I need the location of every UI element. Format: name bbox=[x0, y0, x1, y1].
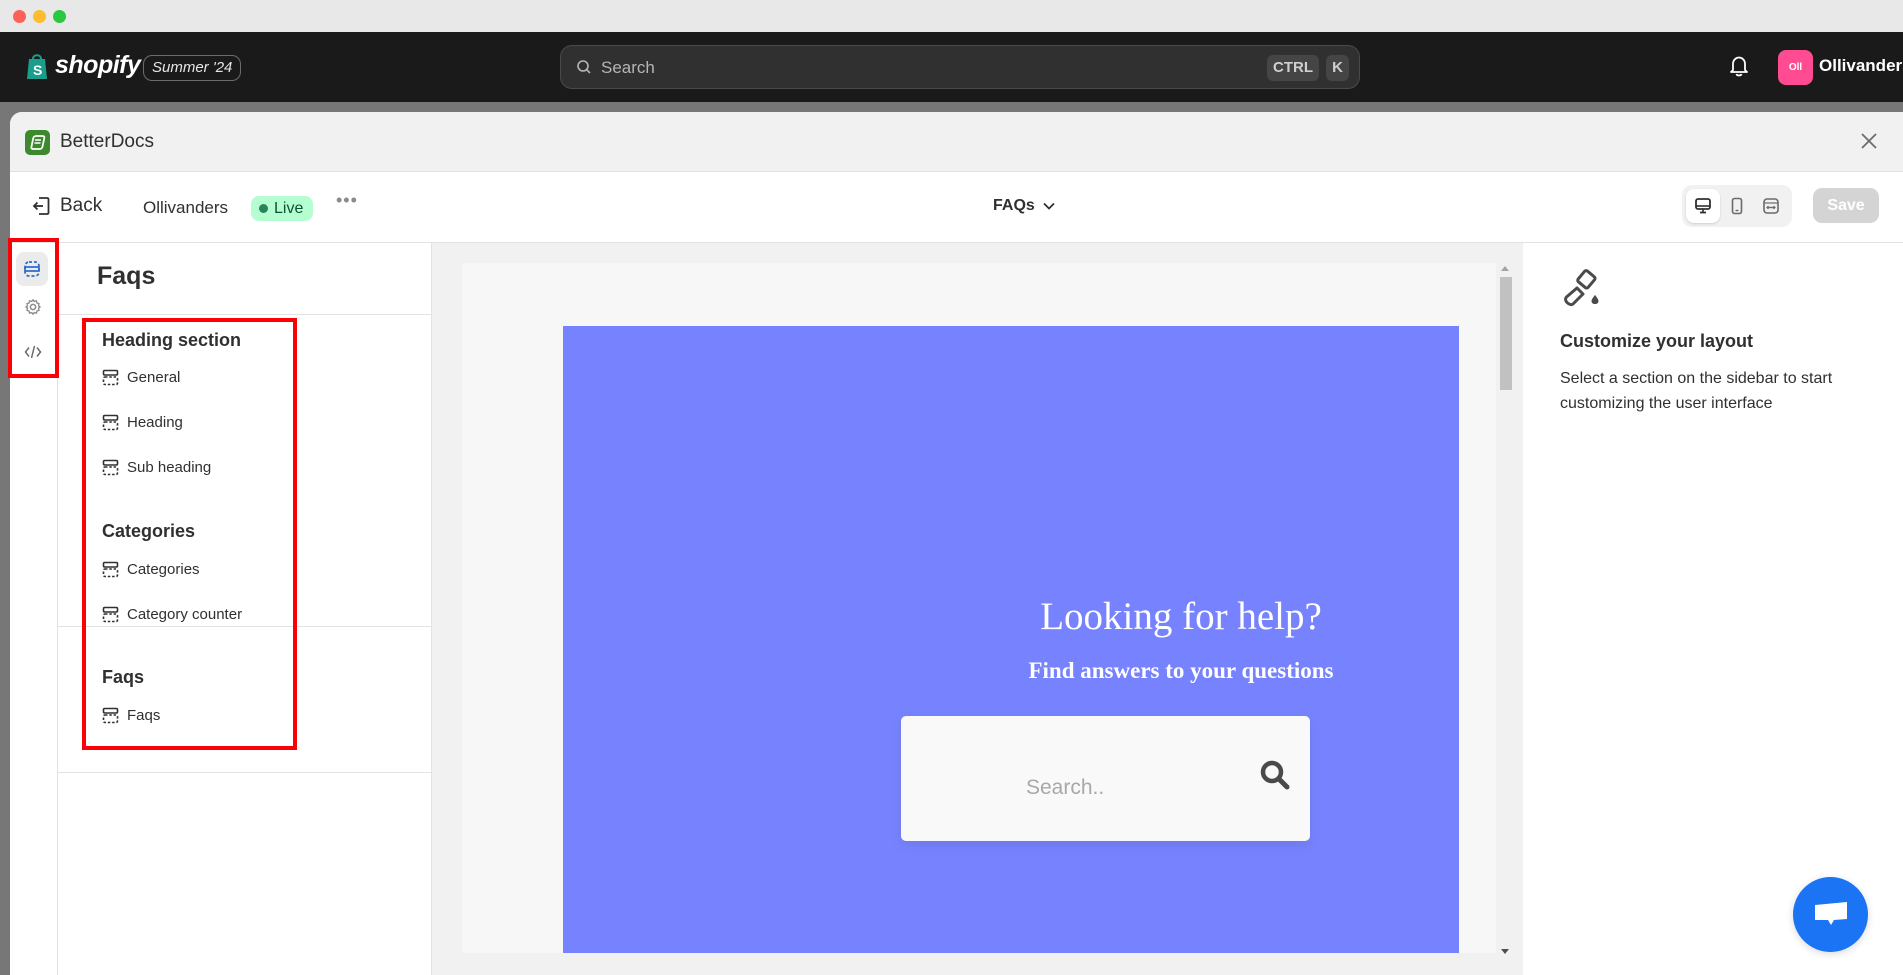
full-width-view-button[interactable] bbox=[1754, 189, 1788, 223]
shopify-logo[interactable]: shopify bbox=[55, 51, 141, 80]
scroll-down-arrow-icon[interactable] bbox=[1501, 949, 1509, 954]
modal-header: BetterDocs bbox=[10, 112, 1903, 172]
group-title-heading-section: Heading section bbox=[102, 330, 242, 350]
shortcut-key-ctrl: CTRL bbox=[1267, 55, 1319, 81]
hero-section[interactable]: Looking for help? Find answers to your q… bbox=[563, 326, 1459, 953]
store-name[interactable]: Ollivanders bbox=[1819, 56, 1903, 76]
section-item-label: Category counter bbox=[127, 606, 243, 623]
status-label: Live bbox=[274, 199, 304, 217]
betterdocs-logo-icon bbox=[25, 130, 50, 155]
customize-description: Select a section on the sidebar to start… bbox=[1560, 370, 1833, 412]
section-block-icon bbox=[102, 369, 119, 386]
preview-search-input[interactable]: Search.. bbox=[901, 716, 1310, 841]
section-item-label: Sub heading bbox=[127, 459, 212, 476]
exit-icon bbox=[32, 197, 50, 215]
chat-icon bbox=[1814, 901, 1847, 925]
desktop-view-button[interactable] bbox=[1686, 189, 1720, 223]
shopify-bag-icon: S bbox=[27, 54, 47, 79]
hero-subtitle: Find answers to your questions bbox=[1028, 658, 1334, 683]
page-selector[interactable]: FAQs bbox=[993, 197, 1055, 215]
mobile-icon bbox=[1731, 197, 1743, 215]
customize-panel: Customize your layout Select a section o… bbox=[1523, 243, 1903, 975]
scrollbar-thumb[interactable] bbox=[1500, 277, 1512, 390]
mobile-view-button[interactable] bbox=[1720, 189, 1754, 223]
window-titlebar bbox=[0, 0, 1903, 32]
store-label: Ollivanders bbox=[143, 198, 229, 217]
app-modal: BetterDocs Back Ollivanders Live ••• FAQ… bbox=[10, 112, 1903, 975]
section-item-label: Faqs bbox=[127, 707, 161, 724]
rail-settings-button[interactable] bbox=[18, 292, 47, 321]
panel-title: Faqs bbox=[97, 262, 156, 290]
desktop-icon bbox=[1695, 198, 1711, 214]
page-selector-label: FAQs bbox=[993, 197, 1035, 214]
section-block-icon bbox=[102, 414, 119, 431]
hero-title: Looking for help? bbox=[1040, 595, 1322, 638]
close-icon[interactable] bbox=[1859, 131, 1879, 151]
editor-toolbar: Back Ollivanders Live ••• FAQs Save bbox=[10, 172, 1903, 243]
gear-icon bbox=[24, 298, 41, 315]
section-item-faqs[interactable]: Faqs bbox=[102, 707, 160, 724]
search-icon bbox=[577, 60, 591, 74]
group-title-faqs: Faqs bbox=[102, 667, 145, 687]
preview-search-placeholder: Search.. bbox=[1026, 776, 1105, 799]
window-close-button[interactable] bbox=[13, 10, 26, 23]
customize-title: Customize your layout bbox=[1560, 331, 1754, 351]
svg-text:S: S bbox=[33, 62, 42, 78]
section-item-general[interactable]: General bbox=[102, 369, 180, 386]
shortcut-key-k: K bbox=[1326, 55, 1349, 81]
app-title: BetterDocs bbox=[60, 131, 154, 152]
group-title-categories: Categories bbox=[102, 521, 196, 541]
section-block-icon bbox=[102, 459, 119, 476]
rail-code-button[interactable] bbox=[18, 337, 47, 366]
preview-canvas: Looking for help? Find answers to your q… bbox=[432, 243, 1523, 975]
more-actions-button[interactable]: ••• bbox=[336, 190, 358, 211]
section-block-icon bbox=[102, 561, 119, 578]
paint-brush-icon bbox=[1564, 269, 1599, 307]
status-dot bbox=[259, 204, 268, 213]
chat-button[interactable] bbox=[1793, 877, 1868, 952]
section-item-label: General bbox=[127, 369, 181, 386]
preview-scrollbar[interactable] bbox=[1498, 263, 1512, 954]
section-block-icon bbox=[102, 606, 119, 623]
window-minimize-button[interactable] bbox=[33, 10, 46, 23]
rail-sections-button[interactable] bbox=[16, 252, 48, 286]
divider bbox=[58, 772, 431, 773]
bell-icon[interactable] bbox=[1728, 54, 1750, 78]
edition-badge[interactable]: Summer '24 bbox=[143, 55, 242, 81]
back-label: Back bbox=[60, 195, 103, 216]
status-badge: Live bbox=[251, 196, 314, 221]
section-item-category-counter[interactable]: Category counter bbox=[102, 606, 242, 623]
save-button[interactable]: Save bbox=[1813, 188, 1879, 223]
avatar[interactable]: Oll bbox=[1778, 50, 1813, 85]
back-button[interactable]: Back bbox=[32, 195, 102, 217]
editor-rail bbox=[10, 243, 58, 975]
device-toggle-group bbox=[1682, 185, 1792, 227]
shopify-topbar: S shopify Summer '24 Search CTRL K Oll O… bbox=[0, 32, 1903, 102]
sections-panel: Faqs Heading section General Heading Sub… bbox=[58, 243, 432, 975]
full-width-icon bbox=[1763, 198, 1779, 214]
code-icon bbox=[24, 345, 41, 358]
preview-frame[interactable]: Looking for help? Find answers to your q… bbox=[462, 263, 1496, 953]
divider bbox=[58, 626, 431, 627]
section-block-icon bbox=[102, 707, 119, 724]
window-zoom-button[interactable] bbox=[53, 10, 66, 23]
section-item-sub-heading[interactable]: Sub heading bbox=[102, 459, 211, 476]
global-search-input[interactable]: Search CTRL K bbox=[560, 45, 1360, 89]
search-icon[interactable] bbox=[1259, 759, 1291, 791]
section-item-heading[interactable]: Heading bbox=[102, 414, 183, 431]
search-placeholder: Search bbox=[601, 58, 655, 77]
section-item-categories[interactable]: Categories bbox=[102, 561, 200, 578]
sections-icon bbox=[24, 261, 40, 277]
chevron-down-icon bbox=[1043, 202, 1055, 210]
divider bbox=[58, 314, 431, 315]
section-item-label: Heading bbox=[127, 414, 183, 431]
scroll-up-arrow-icon[interactable] bbox=[1501, 266, 1509, 271]
section-item-label: Categories bbox=[127, 561, 200, 578]
